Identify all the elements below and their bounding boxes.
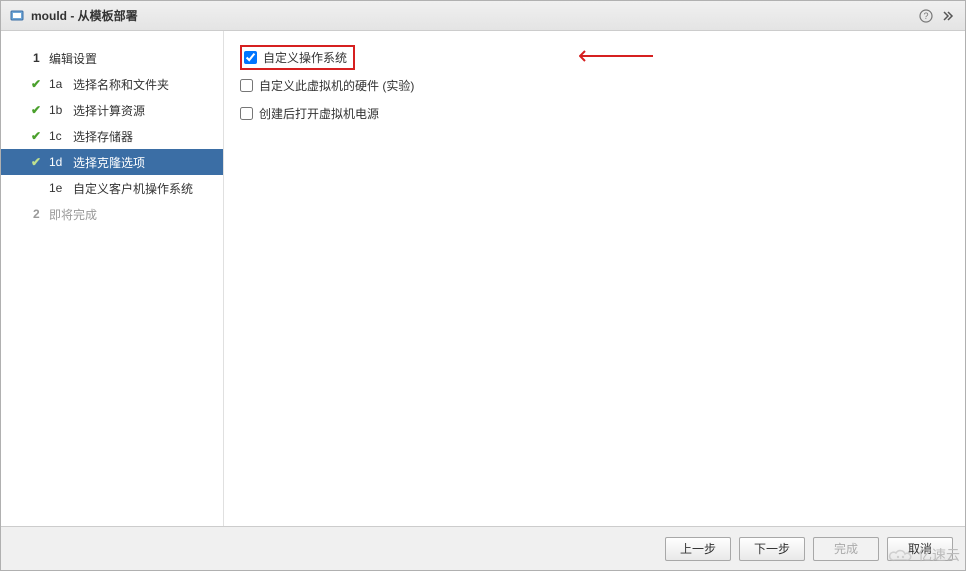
- expand-icon[interactable]: [939, 7, 957, 25]
- back-button[interactable]: 上一步: [665, 537, 731, 561]
- next-button[interactable]: 下一步: [739, 537, 805, 561]
- step-number: 2: [33, 207, 43, 221]
- power-on-label: 创建后打开虚拟机电源: [259, 105, 379, 122]
- app-icon: [9, 8, 25, 24]
- wizard-steps-sidebar: 1 编辑设置 ✔ 1a 选择名称和文件夹 ✔ 1b 选择计算资源 ✔ 1c 选择…: [1, 31, 224, 526]
- step-number: 1b: [49, 103, 67, 117]
- step-customize-guest-os[interactable]: 1e 自定义客户机操作系统: [1, 175, 223, 201]
- step-label: 选择克隆选项: [73, 154, 145, 171]
- footer-buttons: 上一步 下一步 完成 取消: [1, 526, 965, 570]
- wizard-dialog: mould - 从模板部署 ? 1 编辑设置 ✔ 1a 选择名称和文件夹 ✔ 1…: [0, 0, 966, 571]
- step-number: 1c: [49, 129, 67, 143]
- step-select-storage[interactable]: ✔ 1c 选择存储器: [1, 123, 223, 149]
- step-number: 1e: [49, 181, 67, 195]
- titlebar: mould - 从模板部署 ?: [1, 1, 965, 31]
- check-icon: ✔: [29, 129, 43, 143]
- arrow-line: [593, 55, 653, 57]
- customize-os-label: 自定义操作系统: [263, 49, 347, 66]
- step-clone-options[interactable]: ✔ 1d 选择克隆选项: [1, 149, 223, 175]
- power-on-checkbox[interactable]: [240, 107, 253, 120]
- step-label: 选择名称和文件夹: [73, 76, 169, 93]
- help-icon[interactable]: ?: [917, 7, 935, 25]
- step-number: 1: [33, 51, 43, 65]
- customize-hardware-label: 自定义此虚拟机的硬件 (实验): [259, 77, 414, 94]
- step-label: 编辑设置: [49, 50, 97, 67]
- svg-text:?: ?: [923, 11, 928, 21]
- cancel-button[interactable]: 取消: [887, 537, 953, 561]
- step-label: 选择存储器: [73, 128, 133, 145]
- check-icon: ✔: [29, 155, 43, 169]
- check-icon: ✔: [29, 77, 43, 91]
- step-number: 1a: [49, 77, 67, 91]
- step-number: 1d: [49, 155, 67, 169]
- blank-icon: [13, 51, 27, 65]
- dialog-body: 1 编辑设置 ✔ 1a 选择名称和文件夹 ✔ 1b 选择计算资源 ✔ 1c 选择…: [1, 31, 965, 526]
- window-title: mould - 从模板部署: [31, 7, 913, 24]
- check-icon: ✔: [29, 103, 43, 117]
- customize-hardware-checkbox[interactable]: [240, 79, 253, 92]
- step-label: 即将完成: [49, 206, 97, 223]
- step-label: 选择计算资源: [73, 102, 145, 119]
- step-select-compute[interactable]: ✔ 1b 选择计算资源: [1, 97, 223, 123]
- step-edit-settings[interactable]: 1 编辑设置: [1, 45, 223, 71]
- customize-os-checkbox[interactable]: [244, 51, 257, 64]
- blank-icon: [13, 207, 27, 221]
- step-label: 自定义客户机操作系统: [73, 180, 193, 197]
- option-power-on-row: 创建后打开虚拟机电源: [240, 103, 949, 123]
- content-panel: 自定义操作系统 自定义此虚拟机的硬件 (实验) 创建后打开虚拟机电源: [224, 31, 965, 526]
- arrow-left-icon: [579, 50, 593, 62]
- annotation-arrow: [579, 50, 653, 62]
- step-ready-complete: 2 即将完成: [1, 201, 223, 227]
- annotation-highlight: 自定义操作系统: [240, 45, 355, 70]
- option-customize-hardware-row: 自定义此虚拟机的硬件 (实验): [240, 75, 949, 95]
- finish-button: 完成: [813, 537, 879, 561]
- step-select-name-folder[interactable]: ✔ 1a 选择名称和文件夹: [1, 71, 223, 97]
